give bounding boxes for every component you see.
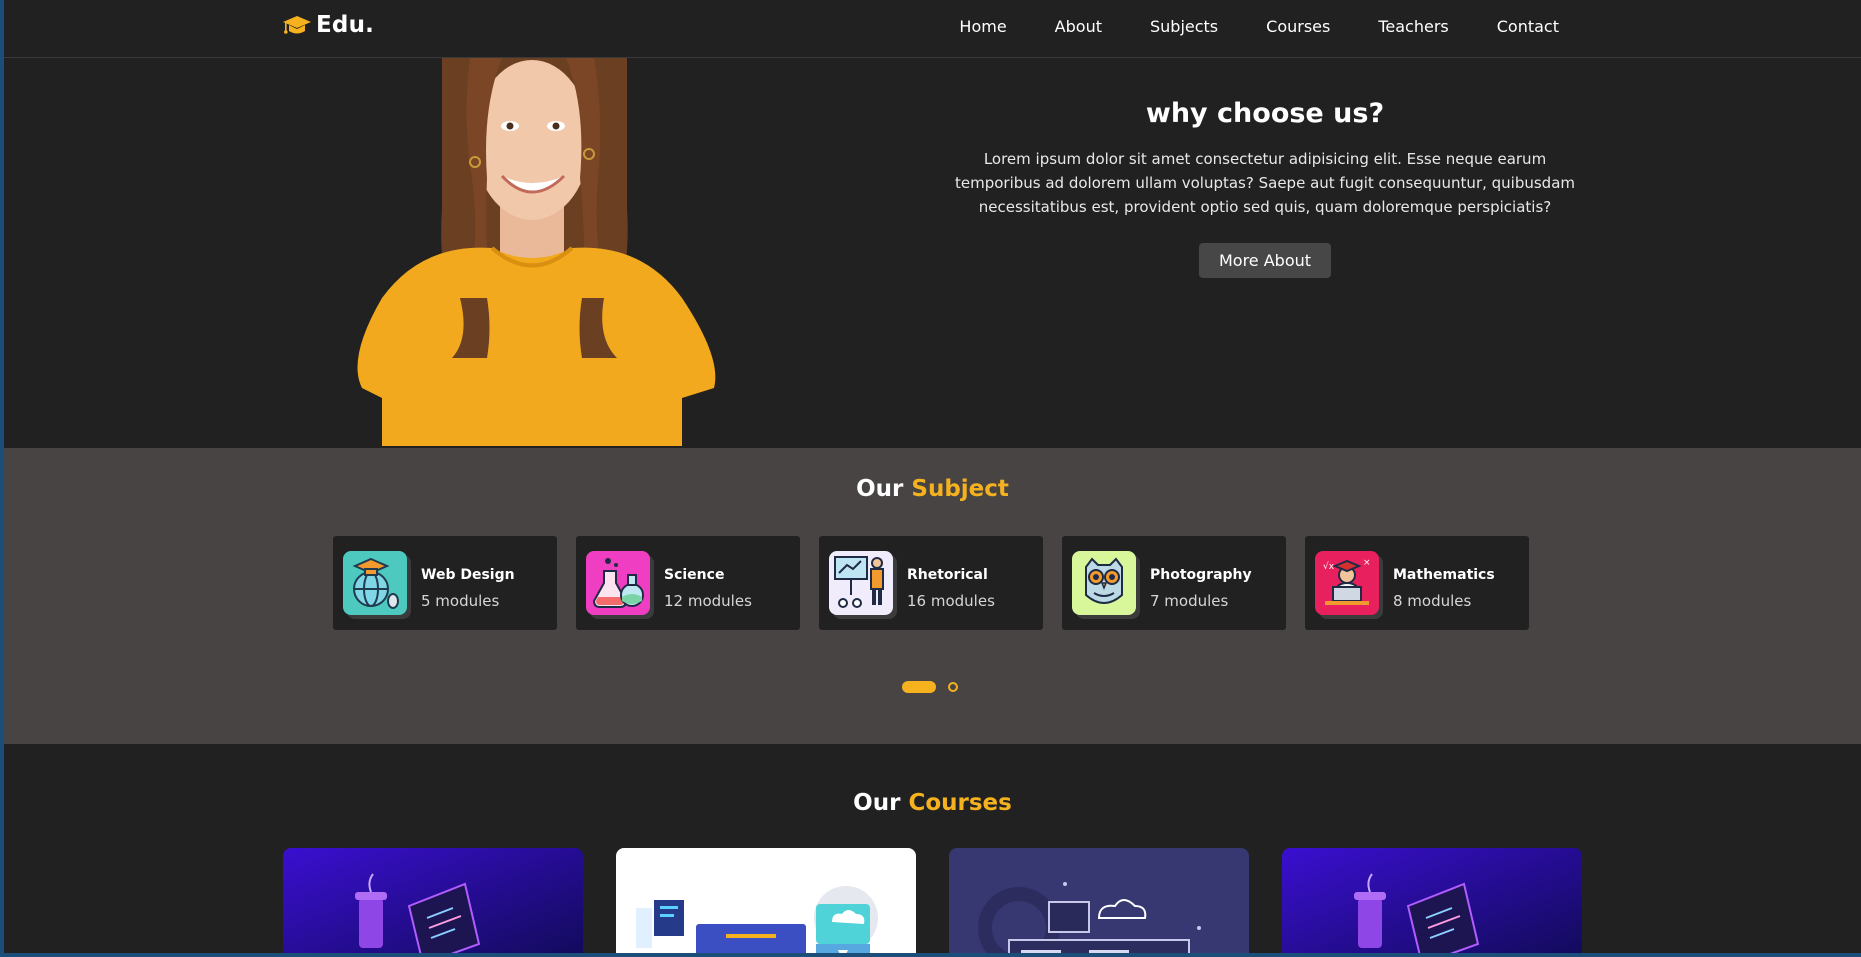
presentation-icon: [829, 551, 893, 615]
nav-teachers[interactable]: Teachers: [1378, 17, 1448, 36]
courses-section: Our Courses: [4, 744, 1861, 953]
courses-title-highlight: Courses: [908, 790, 1012, 816]
subject-cards: Web Design 5 modules Science 12 modules …: [333, 536, 1529, 630]
navbar: Edu. Home About Subjects Courses Teacher…: [4, 0, 1861, 58]
course-thumbnail-web-development[interactable]: [616, 848, 916, 953]
student-photo: [357, 58, 716, 446]
subject-title: Photography: [1150, 567, 1252, 583]
globe-graduation-icon: [343, 551, 407, 615]
subject-title: Mathematics: [1393, 567, 1495, 583]
carousel-pagination: [902, 681, 958, 693]
subject-title: Rhetorical: [907, 567, 988, 583]
page: Edu. Home About Subjects Courses Teacher…: [4, 0, 1861, 953]
subjects-section: Our Subject Web Design 5 modules Science…: [4, 448, 1861, 744]
subjects-title-highlight: Subject: [911, 476, 1009, 502]
student-laptop-icon: √x ×: [1315, 551, 1379, 615]
more-about-button[interactable]: More About: [1198, 243, 1332, 278]
subject-modules: 16 modules: [907, 592, 995, 610]
subject-card-mathematics[interactable]: √x × Mathematics 8 modules: [1305, 536, 1529, 630]
about-content: why choose us? Lorem ipsum dolor sit ame…: [950, 98, 1580, 278]
course-thumbnail-coding-desk[interactable]: [283, 848, 583, 953]
courses-title: Our Courses: [4, 790, 1861, 816]
about-title: why choose us?: [1145, 98, 1385, 129]
course-thumbnail-coding-desk[interactable]: [1282, 848, 1582, 953]
subject-modules: 5 modules: [421, 592, 500, 610]
nav-contact[interactable]: Contact: [1497, 17, 1559, 36]
carousel-dot-1[interactable]: [902, 681, 936, 693]
svg-text:√x: √x: [1323, 561, 1335, 572]
owl-icon: [1072, 551, 1136, 615]
subject-modules: 12 modules: [664, 592, 752, 610]
graduation-cap-icon: [282, 13, 312, 37]
nav-subjects[interactable]: Subjects: [1150, 17, 1218, 36]
logo-text: Edu.: [316, 12, 375, 38]
subject-card-web-design[interactable]: Web Design 5 modules: [333, 536, 557, 630]
subject-card-rhetorical[interactable]: Rhetorical 16 modules: [819, 536, 1043, 630]
subject-title: Science: [664, 567, 725, 583]
subjects-title-prefix: Our: [856, 476, 904, 502]
subjects-title: Our Subject: [4, 476, 1861, 502]
logo[interactable]: Edu.: [282, 12, 374, 38]
subject-card-photography[interactable]: Photography 7 modules: [1062, 536, 1286, 630]
course-list: [283, 848, 1582, 953]
about-section: why choose us? Lorem ipsum dolor sit ame…: [4, 58, 1861, 448]
subject-modules: 7 modules: [1150, 592, 1229, 610]
carousel-dot-2[interactable]: [948, 682, 958, 692]
flask-icon: [586, 551, 650, 615]
nav-home[interactable]: Home: [959, 17, 1006, 36]
about-description: Lorem ipsum dolor sit amet consectetur a…: [954, 150, 1576, 216]
nav-about[interactable]: About: [1055, 17, 1102, 36]
svg-text:×: ×: [1363, 558, 1371, 568]
subject-card-science[interactable]: Science 12 modules: [576, 536, 800, 630]
subject-modules: 8 modules: [1393, 592, 1472, 610]
course-thumbnail-cloud-settings[interactable]: [949, 848, 1249, 953]
courses-title-prefix: Our: [853, 790, 901, 816]
nav-menu: Home About Subjects Courses Teachers Con…: [959, 17, 1559, 36]
nav-courses[interactable]: Courses: [1266, 17, 1330, 36]
subject-title: Web Design: [421, 567, 515, 583]
